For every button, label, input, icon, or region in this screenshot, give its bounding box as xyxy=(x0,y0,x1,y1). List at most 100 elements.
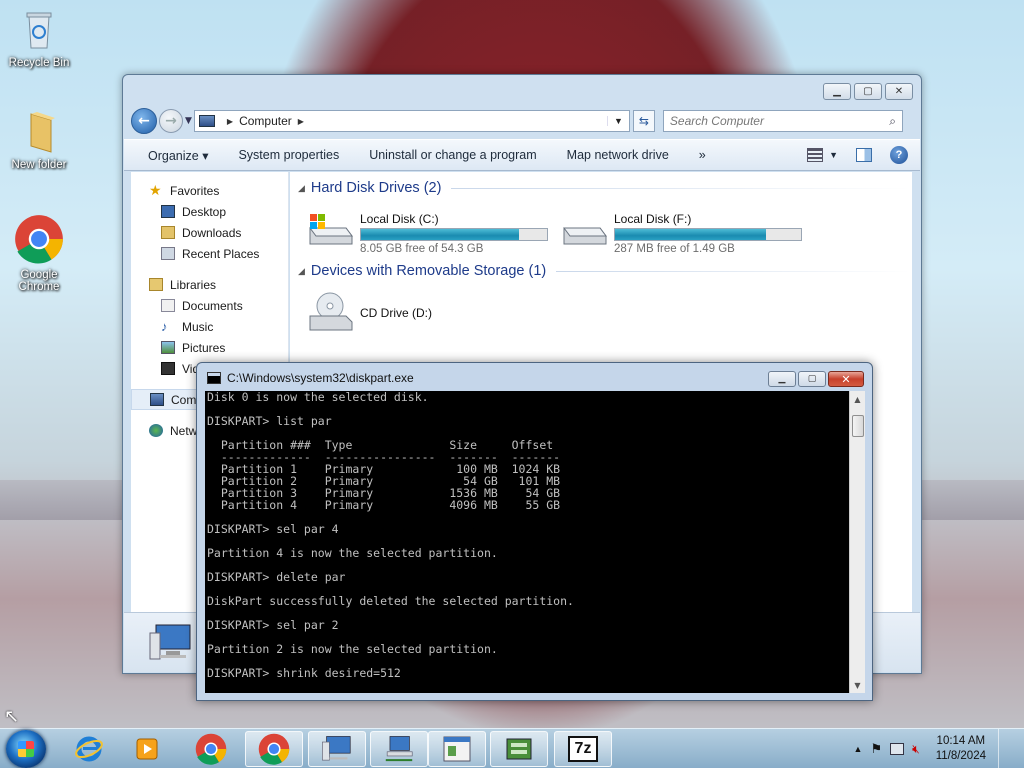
libraries-icon xyxy=(149,278,163,291)
chrome-icon xyxy=(258,733,290,765)
breadcrumb-separator-icon[interactable]: ▶ xyxy=(227,117,233,126)
recycle-bin-icon xyxy=(26,12,52,49)
breadcrumb-computer[interactable]: Computer xyxy=(239,114,292,128)
map-network-drive-button[interactable]: Map network drive xyxy=(567,148,669,162)
network-tray-icon[interactable] xyxy=(890,743,905,755)
search-icon[interactable]: ⌕ xyxy=(889,114,896,129)
more-commands-button[interactable]: » xyxy=(699,148,706,162)
network-icon xyxy=(149,424,163,437)
sidebar-item-recent-places[interactable]: Recent Places xyxy=(131,243,288,264)
scroll-up-icon[interactable]: ▲ xyxy=(850,391,865,407)
console-line: DISKPART> sel par 4 xyxy=(207,522,339,536)
drive-usage-bar xyxy=(360,228,548,241)
taskbar-disk-management[interactable] xyxy=(490,731,548,767)
help-icon[interactable]: ? xyxy=(890,146,908,164)
desktop-icon-label: Google Chrome xyxy=(18,269,60,293)
back-button[interactable]: ← xyxy=(131,108,157,134)
sidebar-item-desktop[interactable]: Desktop xyxy=(131,201,288,222)
search-input[interactable]: Search Computer ⌕ xyxy=(662,110,903,132)
media-player-icon xyxy=(136,738,158,760)
sidebar-item-pictures[interactable]: Pictures xyxy=(131,337,288,358)
scroll-down-icon[interactable]: ▼ xyxy=(850,677,865,693)
maximize-button[interactable]: ▢ xyxy=(854,83,882,100)
collapse-triangle-icon[interactable]: ◢ xyxy=(298,266,305,277)
maximize-button[interactable]: ▢ xyxy=(798,371,826,387)
start-button[interactable] xyxy=(6,730,46,768)
group-header-hard-disk-drives[interactable]: ◢ Hard Disk Drives (2) xyxy=(298,180,910,196)
show-desktop-button[interactable] xyxy=(998,729,1010,768)
taskbar-media-player[interactable] xyxy=(118,731,176,767)
console-output[interactable]: Disk 0 is now the selected disk. DISKPART… xyxy=(205,391,849,693)
taskbar-computer-explorer[interactable] xyxy=(308,731,366,767)
action-center-flag-icon[interactable]: ⚑ xyxy=(870,741,882,757)
console-line: DISKPART> delete par xyxy=(207,570,346,584)
sidebar-item-documents[interactable]: Documents xyxy=(131,295,288,316)
show-hidden-icons-icon[interactable]: ▲ xyxy=(854,744,863,754)
drive-usage-bar xyxy=(614,228,802,241)
recent-pages-dropdown[interactable]: ▼ xyxy=(185,116,192,126)
desktop-icon-recycle-bin[interactable]: Recycle Bin xyxy=(4,8,74,69)
minimize-button[interactable]: ▁ xyxy=(768,371,796,387)
control-panel-icon xyxy=(443,736,471,762)
address-bar[interactable]: ▶ Computer ▶ ▼ xyxy=(193,110,630,132)
sidebar-item-label: Downloads xyxy=(182,225,242,240)
close-button[interactable]: ✕ xyxy=(828,371,864,387)
organize-button[interactable]: Organize ▾ xyxy=(148,148,208,163)
folder-icon xyxy=(30,112,55,153)
sidebar-item-favorites[interactable]: ★ Favorites xyxy=(131,180,288,201)
hdd-icon xyxy=(563,227,607,245)
taskbar-chrome[interactable] xyxy=(182,731,240,767)
taskbar-control-panel[interactable] xyxy=(428,731,486,767)
group-divider xyxy=(556,270,910,272)
sidebar-item-label: Recent Places xyxy=(182,246,260,261)
command-bar: Organize ▾ System properties Uninstall o… xyxy=(124,139,920,171)
close-button[interactable]: ✕ xyxy=(885,83,913,100)
sidebar-item-music[interactable]: ♪ Music xyxy=(131,316,288,337)
console-title: C:\Windows\system32\diskpart.exe xyxy=(227,371,414,385)
clock-time: 10:14 AM xyxy=(936,735,986,747)
taskbar-network-computer[interactable] xyxy=(370,731,428,767)
desktop-icon-new-folder[interactable]: New folder xyxy=(4,110,74,171)
group-divider xyxy=(451,187,910,189)
minimize-button[interactable]: ▁ xyxy=(823,83,851,100)
uninstall-program-button[interactable]: Uninstall or change a program xyxy=(369,148,536,162)
taskbar-internet-explorer[interactable] xyxy=(60,731,118,767)
change-view-icon[interactable] xyxy=(807,148,824,162)
console-title-bar[interactable]: C:\Windows\system32\diskpart.exe xyxy=(207,371,414,385)
documents-icon xyxy=(161,299,175,312)
drive-name: CD Drive (D:) xyxy=(360,306,432,320)
taskbar-chrome-window[interactable] xyxy=(245,731,303,767)
forward-button[interactable]: → xyxy=(159,109,183,133)
sidebar-item-libraries[interactable]: Libraries xyxy=(131,274,288,295)
clock-date: 11/8/2024 xyxy=(935,750,986,762)
drive-item-f[interactable]: Local Disk (F:) 287 MB free of 1.49 GB xyxy=(560,212,802,255)
console-line: DiskPart successfully deleted the select… xyxy=(207,594,574,608)
console-scrollbar[interactable]: ▲ ▼ xyxy=(849,391,865,693)
disk-management-icon xyxy=(506,738,532,760)
sidebar-item-label: Documents xyxy=(182,298,243,313)
sidebar-item-label: Pictures xyxy=(182,340,226,355)
computer-icon xyxy=(322,736,351,761)
breadcrumb-separator-icon[interactable]: ▶ xyxy=(298,117,304,126)
drive-item-c[interactable]: Local Disk (C:) 8.05 GB free of 54.3 GB xyxy=(306,212,548,255)
clock[interactable]: 10:14 AM 11/8/2024 xyxy=(936,734,986,764)
drive-item-d[interactable]: CD Drive (D:) xyxy=(306,292,432,332)
desktop-icon-label: New folder xyxy=(11,159,67,171)
preview-pane-icon[interactable] xyxy=(856,148,872,162)
system-properties-button[interactable]: System properties xyxy=(238,148,339,162)
sidebar-item-downloads[interactable]: Downloads xyxy=(131,222,288,243)
scroll-thumb[interactable] xyxy=(852,415,864,437)
console-line: DISKPART> list par xyxy=(207,414,332,428)
view-options-dropdown-icon[interactable]: ▼ xyxy=(829,150,838,160)
taskbar-7zip[interactable]: 7z xyxy=(554,731,612,767)
address-dropdown-icon[interactable]: ▼ xyxy=(607,116,629,126)
refresh-button[interactable]: ⇆ xyxy=(632,110,655,132)
sidebar-item-label: Music xyxy=(182,319,214,334)
seven-zip-icon: 7z xyxy=(568,736,598,762)
volume-muted-icon[interactable]: 🔇︎ xyxy=(912,742,920,757)
chrome-icon xyxy=(195,733,227,765)
collapse-triangle-icon[interactable]: ◢ xyxy=(298,183,305,194)
group-header-removable-storage[interactable]: ◢ Devices with Removable Storage (1) xyxy=(298,263,910,279)
desktop-icon-chrome[interactable]: Google Chrome xyxy=(4,214,74,293)
console-window-controls: ▁ ▢ ✕ xyxy=(768,371,864,387)
